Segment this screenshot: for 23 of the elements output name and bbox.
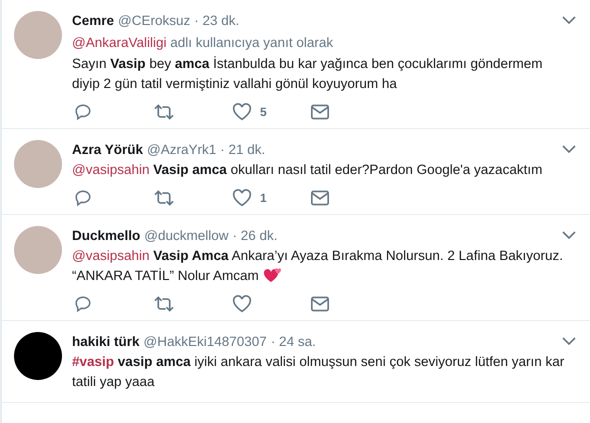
tweet-time[interactable]: · 26 dk. (232, 226, 278, 245)
user-handle[interactable]: @HakkEki14870307 (144, 332, 267, 351)
tweet-time[interactable]: · 24 sa. (270, 332, 316, 351)
hashtag-link[interactable]: #vasip (72, 354, 114, 369)
user-name[interactable]: Azra Yörük (72, 140, 144, 159)
mention-link[interactable]: @vasipsahin (72, 162, 150, 177)
user-handle[interactable]: @AzraYrk1 (147, 140, 216, 159)
like-count: 1 (260, 190, 267, 207)
user-handle[interactable]: @duckmellow (144, 226, 229, 245)
tweet-time[interactable]: · 23 dk. (194, 11, 240, 30)
tweet-text: Sayın Vasip bey amca İstanbulda bu kar yağınca ben çocuklarımı göndermem diyip 2 gün tatil vermiştiniz vallahi gönül koyuyorum ha (72, 55, 544, 93)
user-name[interactable]: Cemre (72, 11, 114, 30)
user-name[interactable]: Duckmello (72, 226, 140, 245)
tweet-text: @vasipsahin Vasip Amca Ankara’yı Ayaza Bırakma Nolursun. 2 Lafina Bakıyoruz. “ANKARA TATİL” Nolur Amcam (72, 247, 564, 285)
user-name[interactable]: hakiki türk (72, 332, 140, 351)
tweet-text: #vasip vasip amca iyiki ankara valisi olmuşsun seni çok seviyoruz lütfen yarın kar tatili yap yaaa (72, 353, 566, 391)
like-count: 5 (260, 104, 267, 121)
reply-context-text: adlı kullanıcıya yanıt olarak (169, 35, 334, 50)
mention-link[interactable]: @AnkaraValiligi (72, 35, 166, 50)
tweet-text: @vasipsahin Vasip amca okulları nasıl tatil eder?Pardon Google'a yazacaktım (72, 161, 544, 179)
user-handle[interactable]: @CEroksuz (118, 11, 190, 30)
mention-link[interactable]: @vasipsahin (72, 248, 150, 263)
tweet-time[interactable]: · 21 dk. (220, 140, 266, 159)
